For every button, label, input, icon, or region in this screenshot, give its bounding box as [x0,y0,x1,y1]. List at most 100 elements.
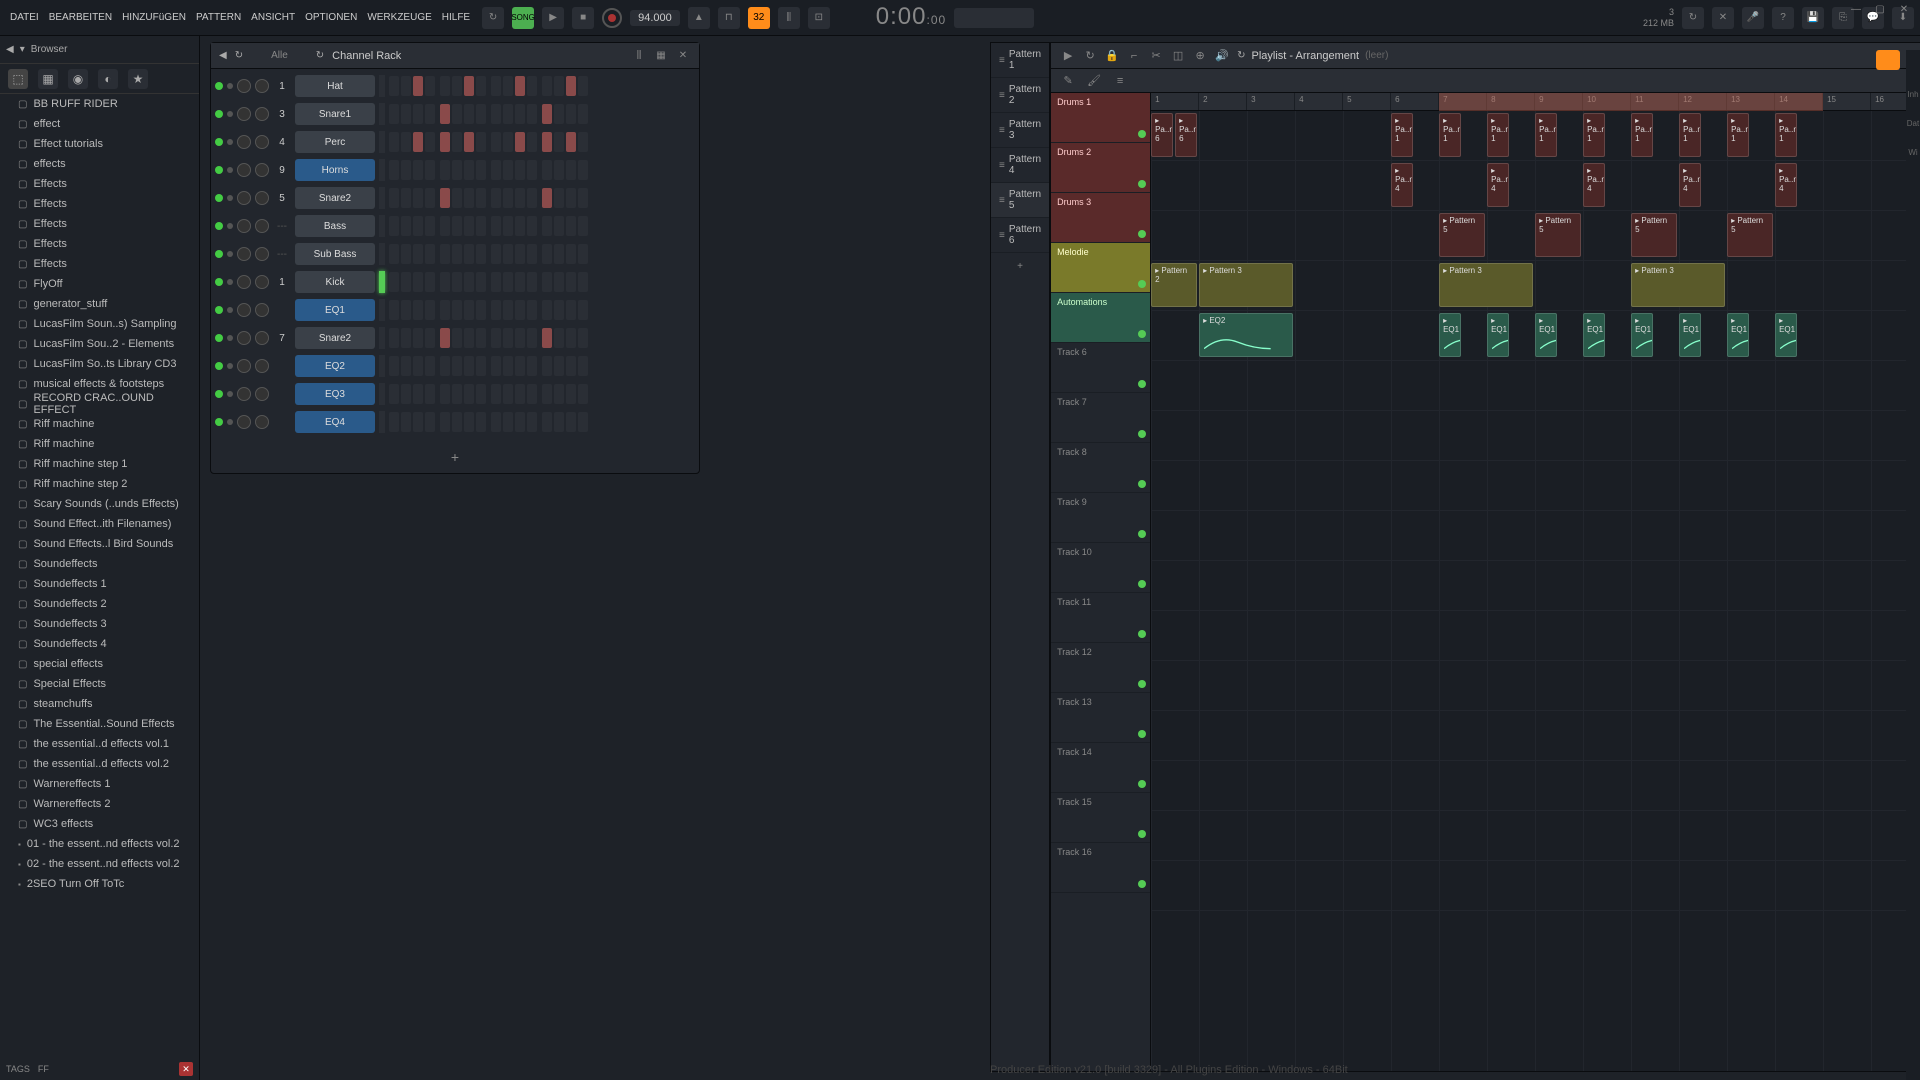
channel-vol[interactable] [255,359,269,373]
step-button[interactable] [542,76,552,96]
step-button[interactable] [503,188,513,208]
step-button[interactable] [464,384,474,404]
step-button[interactable] [464,328,474,348]
step-button[interactable] [503,412,513,432]
step-button[interactable] [554,244,564,264]
step-button[interactable] [515,188,525,208]
playlist-clip[interactable]: ▸ Pa..n 4 [1391,163,1413,207]
channel-mute[interactable] [227,391,233,397]
playlist-clip[interactable]: ▸ EQ2 [1199,313,1293,357]
song-mode-toggle[interactable]: SONG [512,7,534,29]
browser-item[interactable]: LucasFilm So..ts Library CD3 [0,354,199,374]
step-button[interactable] [515,356,525,376]
step-button[interactable] [389,188,399,208]
track-mute-dot[interactable] [1138,680,1146,688]
ruler-bar[interactable]: 3 [1247,93,1295,110]
step-button[interactable] [554,272,564,292]
step-button[interactable] [401,244,411,264]
save-button[interactable]: 💾 [1802,7,1824,29]
step-button[interactable] [413,188,423,208]
channel-select[interactable] [379,131,385,153]
pl-magnet-icon[interactable]: ⌐ [1125,47,1143,65]
track-mute-dot[interactable] [1138,830,1146,838]
step-button[interactable] [440,412,450,432]
channel-mute[interactable] [227,363,233,369]
channel-led[interactable] [215,194,223,202]
track-header[interactable]: Drums 3 [1051,193,1150,243]
playlist-clip[interactable]: ▸ Pattern 5 [1631,213,1677,257]
pl-cut-icon[interactable]: ✂ [1147,47,1165,65]
channel-pan[interactable] [237,163,251,177]
channel-mixer-num[interactable]: 7 [273,333,291,344]
track-header[interactable]: Track 6 [1051,343,1150,393]
step-button[interactable] [464,104,474,124]
playlist-clip[interactable]: ▸ Pa..n 6 [1175,113,1197,157]
channel-pan[interactable] [237,275,251,289]
channel-button[interactable]: Horns [295,159,375,181]
midi-settings-button[interactable]: ✕ [1712,7,1734,29]
browser-current-icon[interactable]: ◐ [98,69,118,89]
step-button[interactable] [566,384,576,404]
channel-vol[interactable] [255,135,269,149]
pattern-item[interactable]: Pattern 6 [991,218,1049,253]
playlist-lane[interactable] [1151,561,1920,611]
step-button[interactable] [491,132,501,152]
browser-item[interactable]: Effects [0,254,199,274]
step-button[interactable] [452,244,462,264]
browser-item[interactable]: Soundeffects [0,554,199,574]
channel-select[interactable] [379,355,385,377]
step-button[interactable] [542,104,552,124]
side-tab[interactable]: Wi [1908,148,1917,157]
channel-mixer-num[interactable]: --- [273,221,291,232]
track-mute-dot[interactable] [1138,380,1146,388]
step-button[interactable] [440,244,450,264]
step-button[interactable] [554,300,564,320]
step-button[interactable] [566,300,576,320]
channel-pan[interactable] [237,107,251,121]
tag-close-icon[interactable]: ✕ [179,1062,193,1076]
playlist-lane[interactable] [1151,611,1920,661]
step-button[interactable] [476,104,486,124]
channel-pan[interactable] [237,359,251,373]
step-button[interactable] [554,216,564,236]
step-button[interactable] [401,328,411,348]
channel-button[interactable]: Snare1 [295,103,375,125]
step-button[interactable] [425,216,435,236]
track-mute-dot[interactable] [1138,880,1146,888]
step-button[interactable] [440,272,450,292]
track-mute-dot[interactable] [1138,430,1146,438]
channel-mixer-num[interactable]: 4 [273,137,291,148]
side-tab[interactable]: Inh [1907,90,1918,99]
undo-button[interactable]: ↻ [482,7,504,29]
cr-swing-icon[interactable]: ▦ [653,48,669,64]
step-button[interactable] [554,384,564,404]
track-mute-dot[interactable] [1138,280,1146,288]
step-button[interactable] [491,216,501,236]
step-button[interactable] [425,244,435,264]
step-button[interactable] [476,328,486,348]
step-button[interactable] [527,188,537,208]
channel-pan[interactable] [237,135,251,149]
step-button[interactable] [566,412,576,432]
playlist-clip[interactable]: ▸ Pa..n 4 [1775,163,1797,207]
step-button[interactable] [578,132,588,152]
step-button[interactable] [464,216,474,236]
track-mute-dot[interactable] [1138,330,1146,338]
channel-led[interactable] [215,250,223,258]
channel-led[interactable] [215,138,223,146]
step-button[interactable] [542,356,552,376]
cr-back-icon[interactable]: ◀ [219,50,227,61]
playlist-clip[interactable]: ▸ Pa..n 1 [1535,113,1557,157]
channel-button[interactable]: Sub Bass [295,243,375,265]
step-button[interactable] [389,328,399,348]
channel-mixer-num[interactable]: 1 [273,81,291,92]
playlist-clip[interactable]: ▸ Pattern 3 [1631,263,1725,307]
browser-item[interactable]: Effects [0,194,199,214]
step-button[interactable] [578,188,588,208]
track-header[interactable]: Track 8 [1051,443,1150,493]
sync-button[interactable]: ↻ [1682,7,1704,29]
step-button[interactable] [542,328,552,348]
track-mute-dot[interactable] [1138,180,1146,188]
channel-button[interactable]: Snare2 [295,187,375,209]
channel-select[interactable] [379,383,385,405]
